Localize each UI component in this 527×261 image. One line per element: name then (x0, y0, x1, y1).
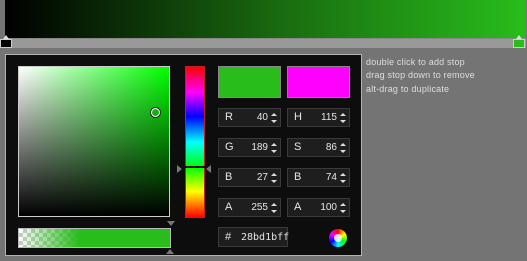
alpha-slider-arrow-icon[interactable] (166, 249, 174, 254)
color-picker-panel: R 40 G 189 B 27 A 255 H 115 S 86 B 74 A … (5, 54, 362, 256)
gradient-preview-bar[interactable] (5, 0, 526, 38)
hue-left-arrow-icon[interactable] (177, 165, 182, 173)
spinner-arrows-icon[interactable] (340, 143, 346, 153)
color-wheel-icon[interactable] (329, 229, 347, 247)
rgb-alpha-value[interactable]: 255 (228, 202, 268, 213)
spinner-arrows-icon[interactable] (271, 203, 277, 213)
hex-value[interactable]: 28bd1bff (241, 232, 289, 243)
hue-right-arrow-icon[interactable] (206, 165, 211, 173)
hint-remove-stop: drag stop down to remove (366, 70, 475, 80)
hex-hash-label: # (225, 231, 232, 243)
hue-field[interactable]: H 115 (287, 108, 350, 127)
blue-field[interactable]: B 27 (218, 168, 281, 187)
sv-picker-handle[interactable] (150, 107, 161, 118)
hex-field[interactable]: # 28bd1bff (218, 227, 289, 247)
gradient-stop-black[interactable] (0, 35, 12, 48)
hsb-alpha-value[interactable]: 100 (297, 202, 337, 213)
saturation-brightness-area[interactable] (18, 66, 170, 217)
hue-value[interactable]: 115 (297, 112, 337, 123)
stop-color-swatch (513, 39, 525, 48)
saturation-value[interactable]: 86 (297, 142, 337, 153)
hsb-alpha-field[interactable]: A 100 (287, 198, 350, 217)
brightness-field[interactable]: B 74 (287, 168, 350, 187)
spinner-arrows-icon[interactable] (340, 173, 346, 183)
green-value[interactable]: 189 (228, 142, 268, 153)
spinner-arrows-icon[interactable] (271, 143, 277, 153)
spinner-arrows-icon[interactable] (340, 203, 346, 213)
gradient-stop-track[interactable] (5, 38, 526, 48)
alpha-slider[interactable] (18, 228, 171, 248)
previous-color-swatch[interactable] (287, 66, 350, 98)
stop-color-swatch (0, 39, 12, 48)
hint-duplicate-stop: alt-drag to duplicate (366, 84, 450, 94)
gradient-stop-green[interactable] (513, 35, 525, 48)
spinner-arrows-icon[interactable] (340, 113, 346, 123)
sv-corner-arrow-icon (167, 221, 175, 226)
brightness-value[interactable]: 74 (297, 172, 337, 183)
red-value[interactable]: 40 (228, 112, 268, 123)
red-field[interactable]: R 40 (218, 108, 281, 127)
spinner-arrows-icon[interactable] (271, 113, 277, 123)
current-color-swatch (218, 66, 281, 98)
hue-slider-marker (185, 166, 205, 168)
hint-add-stop: double click to add stop (366, 57, 465, 67)
rgb-alpha-field[interactable]: A 255 (218, 198, 281, 217)
hue-slider[interactable] (185, 66, 205, 218)
green-field[interactable]: G 189 (218, 138, 281, 157)
spinner-arrows-icon[interactable] (271, 173, 277, 183)
blue-value[interactable]: 27 (228, 172, 268, 183)
saturation-field[interactable]: S 86 (287, 138, 350, 157)
